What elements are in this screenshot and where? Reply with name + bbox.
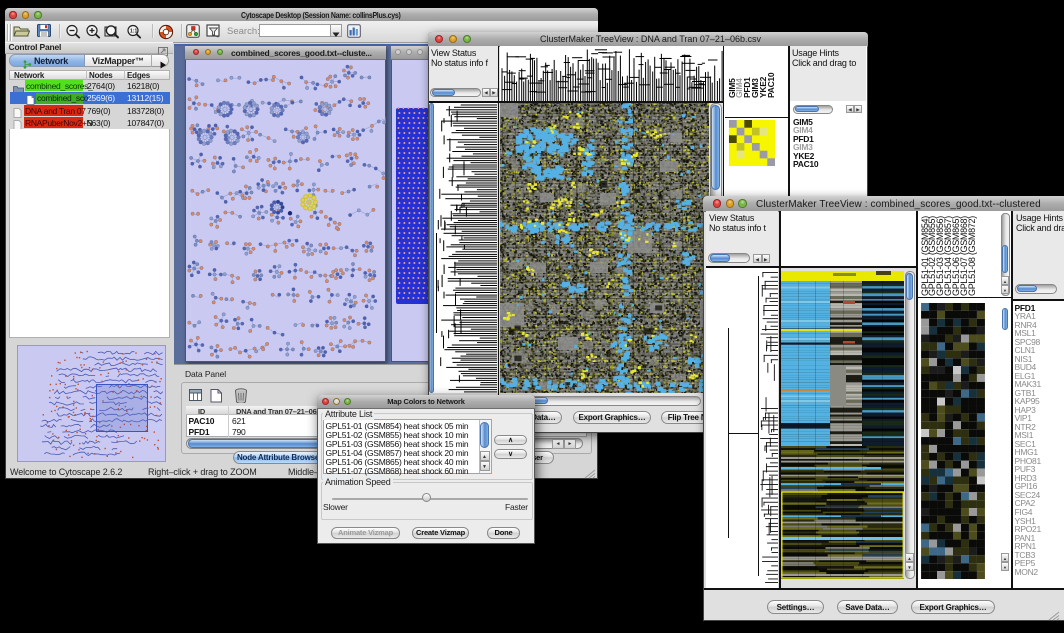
- svg-text:1:1: 1:1: [130, 29, 137, 35]
